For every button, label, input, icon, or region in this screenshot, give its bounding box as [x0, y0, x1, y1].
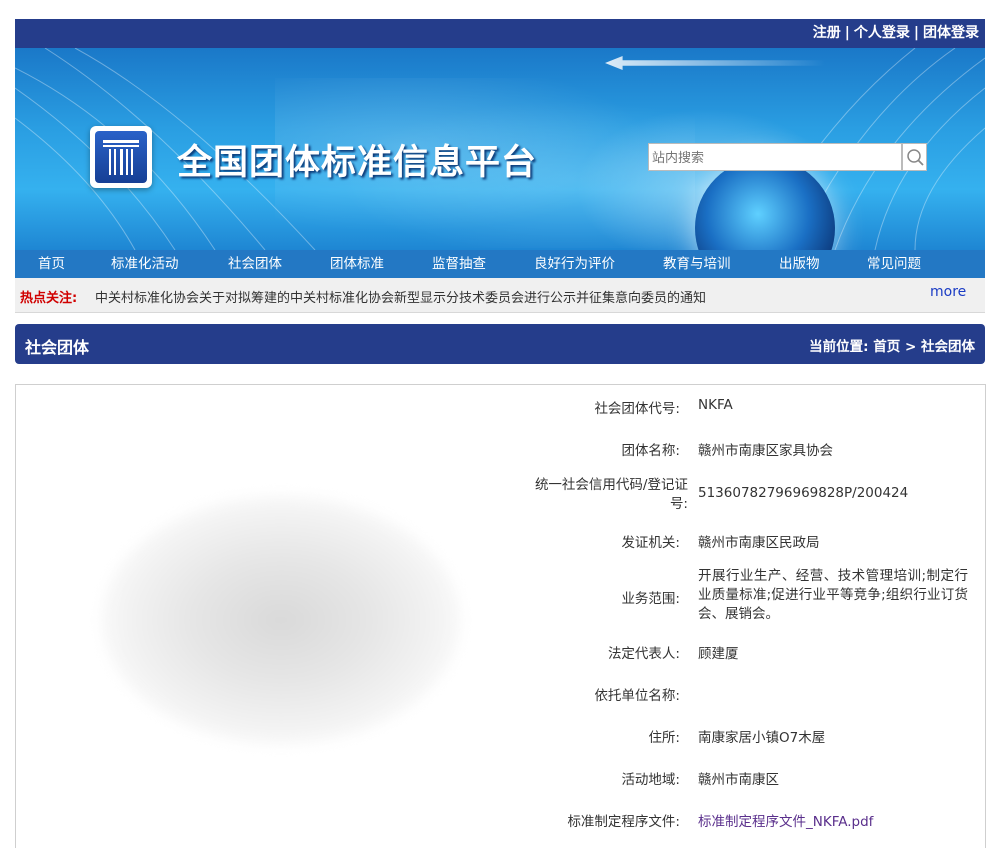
procedure-label: 标准制定程序文件: [567, 814, 680, 830]
scope-value: 开展行业生产、经营、技术管理培训;制定行业质量标准;促进行业平等竞争;组织行业订… [698, 568, 968, 622]
sponsor-label: 依托单位名称: [594, 688, 680, 704]
breadcrumb-label: 当前位置: [809, 339, 869, 355]
address-label: 住所: [648, 730, 680, 746]
breadcrumb-current: 社会团体 [921, 339, 975, 355]
representative-value: 顾建厦 [698, 646, 739, 662]
credit-value: 51360782796969828P/200424 [698, 485, 909, 501]
name-value: 赣州市南康区家具协会 [698, 443, 833, 459]
code-label: 社会团体代号: [594, 401, 680, 417]
header-banner: 全国团体标准信息平台 [15, 48, 985, 250]
credit-label-line2: 号: [669, 496, 688, 512]
logo-inner [95, 131, 147, 183]
code-value: NKFA [698, 397, 733, 413]
hot-topics-label: 热点关注: [20, 291, 78, 306]
nav-standardization-activities[interactable]: 标准化活动 [111, 250, 179, 278]
breadcrumb-separator: > [904, 339, 917, 355]
hot-topic-link[interactable]: 中关村标准化协会关于对拟筹建的中关村标准化协会新型显示分技术委员会进行公示并征集… [95, 287, 706, 306]
nav-good-behavior[interactable]: 良好行为评价 [534, 250, 615, 278]
more-link[interactable]: more [930, 284, 966, 300]
section-title: 社会团体 [25, 338, 90, 357]
credit-label: 统一社会信用代码/登记证号: [388, 476, 688, 514]
credit-label-line1: 统一社会信用代码/登记证 [534, 477, 688, 493]
representative-label: 法定代表人: [607, 646, 680, 662]
breadcrumb-home-link[interactable]: 首页 [873, 339, 900, 355]
register-link[interactable]: 注册 [813, 25, 841, 41]
site-logo[interactable] [90, 126, 152, 188]
issuer-label: 发证机关: [621, 535, 680, 551]
scope-label: 业务范围: [621, 591, 680, 607]
nav-group-standards[interactable]: 团体标准 [330, 250, 384, 278]
nav-faq[interactable]: 常见问题 [867, 250, 921, 278]
nav-supervision[interactable]: 监督抽查 [432, 250, 486, 278]
address-value: 南康家居小镇O7木屋 [698, 730, 826, 746]
nav-home[interactable]: 首页 [38, 250, 65, 278]
search-button[interactable] [902, 143, 927, 171]
procedure-file-link[interactable]: 标准制定程序文件_NKFA.pdf [698, 810, 873, 830]
site-title: 全国团体标准信息平台 [177, 143, 538, 183]
search-input[interactable] [648, 143, 902, 171]
breadcrumb: 当前位置: 首页 > 社会团体 [809, 335, 975, 355]
group-login-link[interactable]: 团体登录 [923, 25, 979, 41]
region-label: 活动地域: [621, 772, 680, 788]
issuer-value: 赣州市南康区民政局 [698, 535, 820, 551]
nav-social-groups[interactable]: 社会团体 [228, 250, 282, 278]
top-bar: 注册 | 个人登录 | 团体登录 [15, 19, 985, 48]
separator: | [913, 25, 919, 41]
logo-mark-icon [103, 140, 139, 175]
nav-education-training[interactable]: 教育与培训 [663, 250, 731, 278]
personal-login-link[interactable]: 个人登录 [854, 25, 910, 41]
section-header: 社会团体 当前位置: 首页 > 社会团体 [15, 324, 985, 364]
hot-topics-bar: 热点关注: 中关村标准化协会关于对拟筹建的中关村标准化协会新型显示分技术委员会进… [15, 278, 985, 313]
separator: | [844, 25, 850, 41]
region-value: 赣州市南康区 [698, 772, 779, 788]
nav-publications[interactable]: 出版物 [779, 250, 820, 278]
main-nav: 首页 标准化活动 社会团体 团体标准 监督抽查 良好行为评价 教育与培训 出版物… [15, 250, 985, 278]
name-label: 团体名称: [621, 443, 680, 459]
search-icon [907, 149, 924, 166]
